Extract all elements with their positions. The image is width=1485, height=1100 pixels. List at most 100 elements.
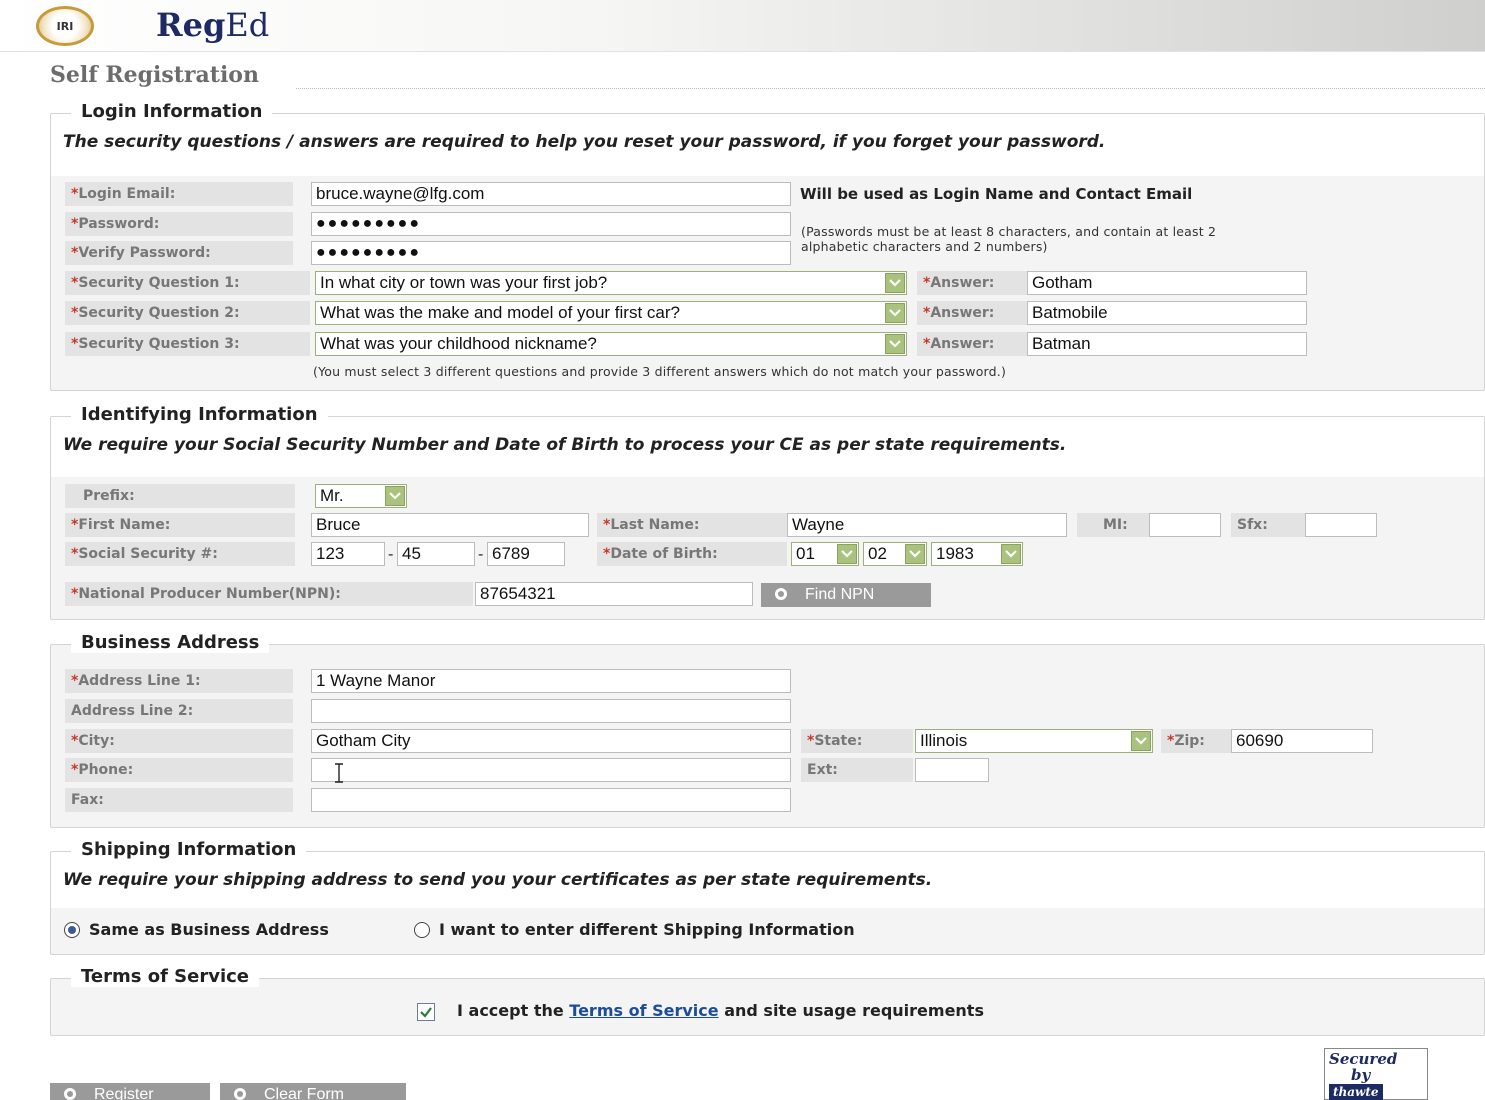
chevron-down-icon[interactable] (885, 334, 905, 354)
accept-terms-checkbox[interactable] (417, 1003, 435, 1021)
password-hint-2: alphabetic characters and 2 numbers) (801, 239, 1048, 254)
ssn-part-3-field[interactable]: 6789 (487, 542, 565, 566)
brand-bold: Reg (156, 6, 226, 44)
find-npn-label: Find NPN (805, 586, 875, 603)
city-label: *City: (65, 729, 293, 753)
chevron-down-icon[interactable] (885, 303, 905, 323)
questions-hint: (You must select 3 different questions a… (313, 364, 1007, 379)
dob-month-value: 01 (796, 544, 815, 563)
password-hint-1: (Passwords must be at least 8 characters… (801, 224, 1217, 239)
prefix-select[interactable]: Mr. (315, 484, 407, 508)
terms-of-service-link[interactable]: Terms of Service (569, 1001, 718, 1020)
prefix-label: Prefix: (65, 484, 295, 508)
security-question-2-label: *Security Question 2: (65, 301, 310, 325)
clear-form-label: Clear Form (264, 1086, 345, 1100)
city-field[interactable]: Gotham City (311, 729, 791, 753)
zip-label: *Zip: (1161, 729, 1233, 753)
dob-day-value: 02 (868, 544, 887, 563)
terms-legend: Terms of Service (71, 966, 260, 987)
last-name-label: *Last Name: (597, 513, 787, 537)
phone-label: *Phone: (65, 758, 293, 782)
password-field[interactable]: ●●●●●●●●● (311, 212, 791, 236)
first-name-label: *First Name: (65, 513, 295, 537)
login-section: Login Information The security questions… (50, 101, 1485, 391)
verify-password-label: *Verify Password: (65, 241, 293, 265)
phone-field[interactable] (311, 758, 791, 782)
seal-line-3: thawte (1329, 1084, 1383, 1100)
email-field[interactable]: bruce.wayne@lfg.com (311, 182, 791, 206)
identifying-note: We require your Social Security Number a… (63, 435, 1067, 455)
seal-line-1: Secured (1329, 1050, 1398, 1068)
address-line-2-label: Address Line 2: (65, 699, 293, 723)
mi-field[interactable] (1149, 513, 1221, 537)
business-section: Business Address *Address Line 1: 1 Wayn… (50, 632, 1485, 828)
chevron-down-icon[interactable] (1001, 544, 1021, 564)
email-label: *Login Email: (65, 182, 293, 206)
address-line-1-field[interactable]: 1 Wayne Manor (311, 669, 791, 693)
same-address-label[interactable]: Same as Business Address (89, 920, 329, 939)
prefix-value: Mr. (320, 486, 344, 505)
chevron-down-icon[interactable] (1131, 731, 1151, 751)
email-hint: Will be used as Login Name and Contact E… (800, 185, 1193, 203)
circle-arrow-icon (234, 1088, 246, 1100)
dob-year-select[interactable]: 1983 (931, 542, 1023, 566)
first-name-field[interactable]: Bruce (311, 513, 589, 537)
ext-field[interactable] (915, 758, 989, 782)
text-cursor-icon (334, 763, 344, 787)
chevron-down-icon[interactable] (885, 273, 905, 293)
iri-logo: IRI (36, 6, 94, 46)
ext-label: Ext: (801, 758, 913, 782)
register-button[interactable]: Register (50, 1083, 210, 1100)
security-question-1-value: In what city or town was your first job? (320, 273, 608, 292)
answer-2-field[interactable]: Batmobile (1027, 301, 1307, 325)
npn-field[interactable]: 87654321 (475, 582, 753, 606)
dob-label: *Date of Birth: (597, 542, 787, 566)
checkmark-icon (420, 1007, 432, 1018)
radio-same-address[interactable] (64, 922, 80, 938)
verify-password-field[interactable]: ●●●●●●●●● (311, 241, 791, 265)
circle-arrow-icon (775, 588, 787, 600)
answer-1-field[interactable]: Gotham (1027, 271, 1307, 295)
ssn-part-1-field[interactable]: 123 (311, 542, 385, 566)
zip-field[interactable]: 60690 (1231, 729, 1373, 753)
chevron-down-icon[interactable] (905, 544, 925, 564)
answer-3-field[interactable]: Batman (1027, 332, 1307, 356)
address-line-1-label: *Address Line 1: (65, 669, 293, 693)
security-question-2-select[interactable]: What was the make and model of your firs… (315, 301, 907, 325)
security-question-1-select[interactable]: In what city or town was your first job? (315, 271, 907, 295)
security-question-3-select[interactable]: What was your childhood nickname? (315, 332, 907, 356)
answer-1-label: *Answer: (917, 271, 1029, 295)
shipping-legend: Shipping Information (71, 839, 307, 860)
sfx-label: Sfx: (1231, 513, 1305, 537)
identifying-section: Identifying Information We require your … (50, 404, 1485, 620)
dob-day-select[interactable]: 02 (863, 542, 927, 566)
last-name-field[interactable]: Wayne (787, 513, 1067, 537)
fax-field[interactable] (311, 788, 791, 812)
security-question-1-label: *Security Question 1: (65, 271, 310, 295)
login-legend: Login Information (71, 101, 273, 122)
identifying-legend: Identifying Information (71, 404, 328, 425)
chevron-down-icon[interactable] (837, 544, 857, 564)
fax-label: Fax: (65, 788, 293, 812)
security-question-3-value: What was your childhood nickname? (320, 334, 597, 353)
page-title: Self Registration (50, 62, 259, 88)
business-legend: Business Address (71, 632, 270, 653)
security-question-2-value: What was the make and model of your firs… (320, 303, 680, 322)
ssn-label: *Social Security #: (65, 542, 295, 566)
radio-different-shipping[interactable] (414, 922, 430, 938)
state-value: Illinois (920, 731, 968, 750)
find-npn-button[interactable]: Find NPN (761, 583, 931, 607)
chevron-down-icon[interactable] (385, 486, 405, 506)
accept-terms-text: I accept the Terms of Service and site u… (457, 1001, 984, 1020)
dob-month-select[interactable]: 01 (791, 542, 859, 566)
state-select[interactable]: Illinois (915, 729, 1153, 753)
login-note: The security questions / answers are req… (63, 132, 1106, 152)
answer-3-label: *Answer: (917, 332, 1029, 356)
thawte-seal[interactable]: Secured by thawte (1324, 1048, 1428, 1100)
brand-logo: RegEd (156, 6, 269, 44)
clear-form-button[interactable]: Clear Form (220, 1083, 406, 1100)
different-shipping-label[interactable]: I want to enter different Shipping Infor… (439, 920, 855, 939)
address-line-2-field[interactable] (311, 699, 791, 723)
ssn-part-2-field[interactable]: 45 (397, 542, 475, 566)
sfx-field[interactable] (1305, 513, 1377, 537)
